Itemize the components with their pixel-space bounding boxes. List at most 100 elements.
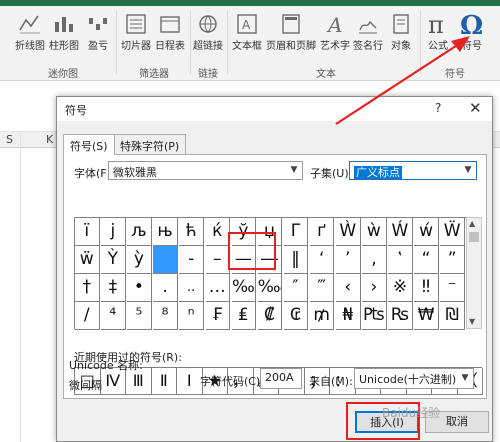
signature-line-button[interactable]: 签名行 — [352, 8, 384, 58]
symbol-cell[interactable]: † — [75, 274, 100, 302]
line-sparkline-icon — [19, 15, 40, 34]
symbol-cell[interactable]: ‖ — [283, 246, 309, 274]
symbol-cell[interactable]: ỳ — [127, 246, 152, 274]
symbol-cell[interactable]: ќ — [205, 218, 230, 246]
symbol-cell[interactable]: ⁴ — [101, 302, 126, 330]
from-select[interactable]: Unicode(十六进制) ▼ — [354, 368, 474, 389]
symbol-cell[interactable]: / — [75, 302, 100, 330]
line-sparkline-button[interactable]: 折线图 — [14, 8, 46, 58]
scroll-down-icon[interactable]: ▼ — [469, 317, 475, 326]
symbol-cell[interactable]: ‰ — [231, 274, 257, 302]
symbol-cell[interactable]: ₩ — [414, 302, 439, 330]
symbol-cell[interactable]: ẃ — [414, 218, 439, 246]
symbol-cell[interactable]: ⁵ — [127, 302, 152, 330]
symbol-cell[interactable]: ₧ — [362, 302, 387, 330]
symbol-cell[interactable]: ₢ — [283, 302, 309, 330]
winloss-sparkline-button[interactable]: 盈亏 — [84, 8, 112, 58]
symbol-cell[interactable]: ₤ — [231, 302, 257, 330]
subset-select[interactable]: 广义标点 ▼ — [349, 161, 477, 180]
group-label-filters: 筛选器 — [139, 69, 169, 80]
char-code-input[interactable]: 200A — [260, 368, 302, 389]
column-sparkline-button[interactable]: 柱形图 — [48, 8, 80, 58]
ribbon-label: 折线图 — [15, 41, 45, 52]
help-icon[interactable]: ? — [435, 101, 441, 115]
symbol-cell[interactable]: ₥ — [309, 302, 335, 330]
ribbon-separator — [116, 10, 117, 74]
symbol-cell[interactable]: Ẁ — [336, 218, 361, 246]
dialog-titlebar[interactable]: 符号 ? ✕ — [57, 97, 492, 121]
symbol-cell[interactable]: Ỳ — [101, 246, 126, 274]
symbol-cell[interactable]: ⁿ — [179, 302, 204, 330]
symbol-cell[interactable]: ‡ — [101, 274, 126, 302]
chevron-down-icon: ▼ — [286, 162, 302, 179]
symbol-cell[interactable]: ※ — [388, 274, 413, 302]
symbol-cell[interactable]: ‘ — [309, 246, 335, 274]
symbol-cell[interactable]: ‼ — [414, 274, 439, 302]
close-icon[interactable]: ✕ — [469, 99, 482, 117]
symbol-cell[interactable]: j — [101, 218, 126, 246]
symbol-cell[interactable]: Γ — [283, 218, 309, 246]
symbol-cell[interactable]: ₨ — [388, 302, 413, 330]
header-footer-button[interactable]: 页眉和页脚 — [266, 8, 316, 58]
symbol-cell[interactable] — [153, 246, 178, 274]
symbol-cell[interactable]: ‱ — [257, 274, 283, 302]
symbol-cell[interactable]: ‚ — [362, 246, 387, 274]
symbol-cell[interactable]: ï — [75, 218, 100, 246]
symbol-cell[interactable]: љ — [127, 218, 152, 246]
symbol-cell[interactable]: ћ — [179, 218, 204, 246]
symbol-cell[interactable]: ⁻ — [440, 274, 465, 302]
font-select[interactable]: 微软雅黑 ▼ — [108, 161, 303, 180]
wordart-icon: A — [326, 13, 342, 37]
symbol-cell[interactable]: . — [153, 274, 178, 302]
column-sparkline-icon — [55, 17, 73, 32]
ribbon-label: 对象 — [391, 41, 411, 52]
symbol-cell[interactable]: “ — [414, 246, 439, 274]
symbol-cell[interactable]: - — [179, 246, 204, 274]
symbol-cell[interactable]: ⁸ — [153, 302, 178, 330]
symbol-grid-scrollbar[interactable]: ▲ ▼ — [466, 217, 482, 329]
hyperlink-button[interactable]: 超链接 — [192, 8, 224, 58]
font-select-value: 微软雅黑 — [113, 166, 157, 179]
symbol-button[interactable]: Ω 符号 — [456, 8, 488, 58]
symbol-cell[interactable]: Ẅ — [440, 218, 465, 246]
ribbon-separator — [190, 10, 191, 74]
object-icon — [393, 14, 409, 34]
symbol-cell[interactable]: ‹ — [336, 274, 361, 302]
hyperlink-icon — [199, 15, 217, 33]
symbol-cell[interactable]: ґ — [309, 218, 335, 246]
symbol-cell[interactable]: › — [362, 274, 387, 302]
symbol-cell[interactable]: ‛ — [388, 246, 413, 274]
symbol-cell[interactable]: ₦ — [336, 302, 361, 330]
symbol-cell[interactable]: ẁ — [362, 218, 387, 246]
symbol-cell[interactable]: ” — [440, 246, 465, 274]
recent-symbol-cell[interactable]: Ⅰ — [177, 368, 203, 395]
timeline-button[interactable]: 日程表 — [154, 8, 186, 58]
scroll-up-icon[interactable]: ▲ — [469, 219, 475, 228]
chevron-down-icon: ▼ — [460, 162, 476, 179]
scroll-thumb[interactable] — [469, 232, 479, 242]
ribbon-label: 文本框 — [232, 41, 262, 52]
symbol-cell[interactable]: … — [205, 274, 230, 302]
symbol-cell[interactable]: Ẃ — [388, 218, 413, 246]
recent-symbol-cell[interactable]: Ⅱ — [151, 368, 177, 395]
textbox-button[interactable]: A 文本框 — [230, 8, 264, 58]
symbol-cell[interactable]: ₣ — [205, 302, 230, 330]
symbol-cell[interactable]: ẅ — [75, 246, 100, 274]
tab-special-characters[interactable]: 特殊字符(P) — [113, 134, 187, 154]
ribbon-label: 切片器 — [121, 41, 151, 52]
symbol-cell[interactable]: – — [205, 246, 230, 274]
symbol-cell[interactable]: ₡ — [257, 302, 283, 330]
symbol-cell[interactable]: ″ — [283, 274, 309, 302]
object-button[interactable]: 对象 — [386, 8, 416, 58]
symbol-cell[interactable]: ’ — [336, 246, 361, 274]
symbol-cell[interactable]: • — [127, 274, 152, 302]
symbol-cell[interactable]: .. — [179, 274, 204, 302]
tab-symbols[interactable]: 符号(S) — [63, 134, 115, 155]
slicer-button[interactable]: 切片器 — [120, 8, 152, 58]
equation-button[interactable]: π 公式 — [424, 8, 452, 58]
symbol-cell[interactable]: њ — [153, 218, 178, 246]
symbol-cell[interactable]: ₪ — [440, 302, 465, 330]
group-label-links: 链接 — [198, 69, 218, 80]
symbol-cell[interactable]: ‴ — [309, 274, 335, 302]
wordart-button[interactable]: A 艺术字 — [318, 8, 352, 58]
